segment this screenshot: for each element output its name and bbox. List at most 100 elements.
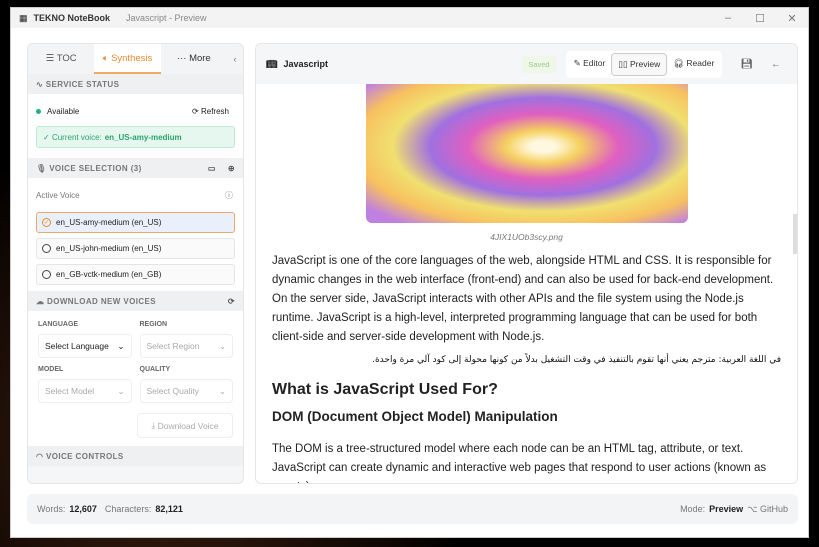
current-voice-banner: ✓ Current voice: en_US-amy-medium [36,126,235,148]
title-bar: ▦ TEKNO NoteBook Javascript - Preview – ☐… [11,8,808,28]
app-title: TEKNO NoteBook [33,13,111,23]
reader-button[interactable]: 🎧︎ Reader [667,53,720,76]
pencil-icon: ✎ [573,57,584,68]
github-label: GitHub [759,503,788,514]
ellipsis-icon: ··· [176,53,190,64]
sidebar: ☰ TOC 🔈︎ Synthesis ··· More ‹ ∿ SERVICE … [27,43,244,484]
model-label: MODEL [38,366,64,373]
section-title: DOWNLOAD NEW VOICES [47,296,156,306]
characters-label: Characters: [104,504,152,514]
region-label: REGION [139,321,168,328]
chevron-down-icon: ⌄ [218,385,226,396]
quality-label: QUALITY [139,366,171,373]
github-link[interactable]: ⌥ GitHub [747,504,788,515]
status-bar: Words: 12,607 Characters: 82,121 Mode: Prev… [27,494,798,524]
mode-label: Preview [630,58,661,69]
mode-label: Reader [686,57,715,68]
cloud-download-icon: ☁ [36,296,48,306]
button-label: Download Voice [157,420,219,431]
minimize-button[interactable]: – [712,12,744,25]
info-icon[interactable]: ⓘ [225,190,233,201]
mode-value: Preview [709,504,744,514]
mode-label: Editor [583,57,606,68]
save-icon[interactable]: 💾︎ [740,59,753,70]
refresh-button[interactable]: ⟳ Refresh [192,107,229,116]
heading-1: What is JavaScript Used For? [272,381,498,398]
preview-button[interactable]: ▯▯ Preview [611,52,668,76]
language-select[interactable]: Select Language ⌄ [38,334,132,358]
notebook-icon: ▦ [19,12,28,23]
preview-panel: 📖︎ Javascript Saved ✎ Editor ▯▯ Preview … [255,43,798,484]
section-title: SERVICE STATUS [45,79,120,89]
content-image [365,84,688,223]
globe-icon[interactable]: ⊕ [228,164,235,173]
paragraph: The DOM is a tree-structured model where… [272,443,767,483]
voice-label: en_US-john-medium (en_US) [56,244,162,253]
voice-selection-header: 🎙︎ VOICE SELECTION (3) ▭ ⊕ [28,158,243,178]
image-caption: 4JIX1UOb3scy.png [490,232,563,242]
document-content: 4JIX1UOb3scy.png JavaScript is one of th… [256,84,797,483]
service-status-header: ∿ SERVICE STATUS [28,74,243,94]
radio-icon [42,244,51,253]
heading-2: DOM (Document Object Model) Manipulation [272,409,558,424]
document-name: Javascript [283,59,328,69]
chevron-down-icon: ⌄ [117,340,125,351]
paragraph: JavaScript is one of the core languages … [272,255,774,343]
section-title: VOICE CONTROLS [46,451,124,461]
tab-label: TOC [56,53,77,64]
document-title: Javascript - Preview [126,13,207,23]
voice-label: en_GB-vctk-medium (en_GB) [56,270,162,279]
voice-controls-header: ◠ VOICE CONTROLS [28,446,243,466]
refresh-icon[interactable]: ⟳ [228,297,235,306]
word-count: 12,607 [69,504,97,514]
select-value: Select Region [146,341,200,351]
folder-icon[interactable]: ▭ [208,164,216,173]
words-label: Words: [37,504,66,514]
radio-icon [42,270,51,279]
speaker-icon: 🔈︎ [102,53,112,64]
radio-checked-icon: ✓ [42,218,51,227]
tab-more[interactable]: ··· More [161,44,227,74]
refresh-icon: ⟳ [192,106,201,116]
saved-badge: Saved [522,55,556,73]
book-icon: ▯▯ [618,58,631,69]
tab-toc[interactable]: ☰ TOC [28,44,94,74]
mode-label: Mode: [680,504,706,514]
region-select[interactable]: Select Region ⌄ [139,334,233,358]
active-voice-label: Active Voice [36,190,80,200]
chevron-down-icon: ⌄ [117,385,125,396]
voice-option[interactable]: en_GB-vctk-medium (en_GB) [36,264,235,285]
github-icon: ⌥ [747,503,760,514]
collapse-sidebar-button[interactable]: ‹ [227,54,243,64]
voice-label: en_US-amy-medium (en_US) [56,218,162,227]
character-count: 82,121 [155,504,183,514]
chevron-down-icon: ⌄ [218,340,226,351]
current-voice-value: en_US-amy-medium [104,132,182,142]
status-text: Available [47,106,80,116]
tab-label: Synthesis [111,53,153,64]
activity-icon: ∿ [36,79,46,89]
check-circle-icon: ✓ [43,132,52,142]
model-select[interactable]: Select Model ⌄ [38,379,132,403]
close-button[interactable]: ✕ [776,12,808,25]
select-value: Select Language [45,341,109,351]
arabic-paragraph: في اللغة العربية: مترجم يعني أنها تقوم ب… [372,355,781,365]
quality-select[interactable]: Select Quality ⌄ [139,379,233,403]
book-icon: 📖︎ [266,58,278,69]
list-icon: ☰ [45,53,57,64]
gauge-icon: ◠ [36,451,47,461]
language-label: LANGUAGE [38,321,79,328]
editor-button[interactable]: ✎ Editor [568,53,612,76]
voice-option[interactable]: ✓ en_US-amy-medium (en_US) [36,212,235,233]
maximize-button[interactable]: ☐ [744,12,776,25]
section-title: VOICE SELECTION (3) [49,163,142,173]
back-arrow-icon[interactable]: ← [771,59,781,70]
download-voice-button[interactable]: ⤓ Download Voice [137,413,233,438]
tab-synthesis[interactable]: 🔈︎ Synthesis [94,44,161,74]
select-value: Select Quality [146,386,199,396]
voice-option[interactable]: en_US-john-medium (en_US) [36,238,235,259]
scrollbar[interactable] [793,214,797,254]
download-voices-header: ☁ DOWNLOAD NEW VOICES ⟳ [28,291,243,311]
app-window: ▦ TEKNO NoteBook Javascript - Preview – ☐… [10,7,809,538]
mic-icon: 🎙︎ [36,163,50,173]
